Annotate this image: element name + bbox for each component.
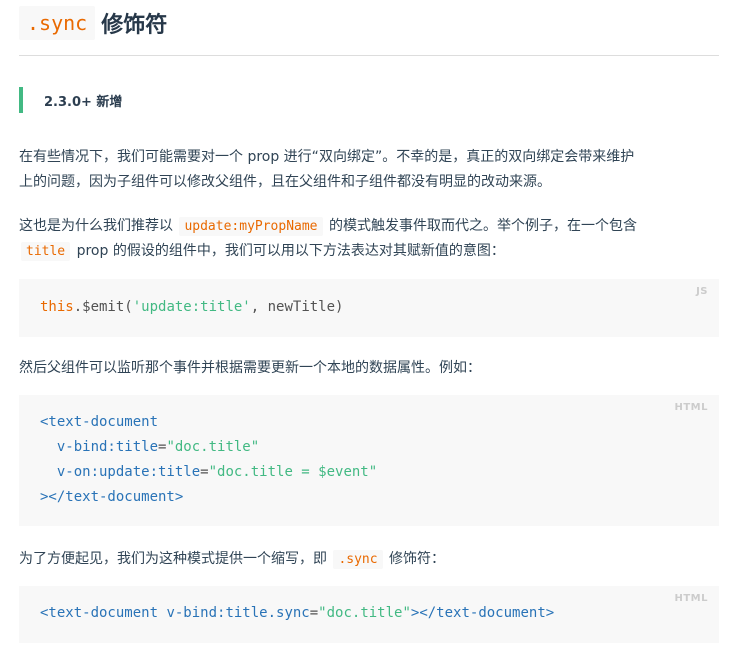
code-line: ></text-document> bbox=[40, 485, 698, 510]
code-tag: ></text-document> bbox=[40, 489, 184, 505]
code-line: <text-document v-bind:title.sync="doc.ti… bbox=[40, 601, 698, 626]
code-string: "doc.title" bbox=[166, 439, 260, 455]
code-block-js: JS this.$emit('update:title', newTitle) bbox=[19, 279, 719, 337]
paragraph-2-pre: 这也是为什么我们推荐以 bbox=[19, 218, 173, 234]
code-block-html-1: HTML <text-document v-bind:title="doc.ti… bbox=[19, 395, 719, 526]
code-line: this.$emit('update:title', newTitle) bbox=[40, 295, 698, 320]
code-attr: v-bind:title.sync bbox=[166, 605, 310, 621]
paragraph-4-pre: 为了方便起见，我们为这种模式提供一个缩写，即 bbox=[19, 551, 327, 567]
heading-text: 修饰符 bbox=[101, 13, 168, 38]
paragraph-1-line-2: 上的问题，因为子组件可以修改父组件，且在父组件和子组件都没有明显的改动来源。 bbox=[19, 174, 551, 190]
paragraph-4-post: 修饰符： bbox=[389, 551, 446, 567]
code-tag: ></text-document> bbox=[410, 605, 555, 621]
heading-code: .sync bbox=[19, 6, 96, 40]
code-attr: v-bind:title bbox=[40, 439, 159, 455]
code-string: "doc.title = $event" bbox=[208, 464, 378, 480]
paragraph-1-line-1: 在有些情况下，我们可能需要对一个 prop 进行“双向绑定”。不幸的是，真正的双… bbox=[19, 149, 635, 165]
paragraph-4: 为了方便起见，我们为这种模式提供一个缩写，即 .sync 修饰符： bbox=[19, 547, 719, 572]
code-tag: <text-document bbox=[40, 414, 159, 430]
code-string: "doc.title" bbox=[318, 605, 411, 621]
inline-code-sync: .sync bbox=[333, 550, 383, 569]
inline-code-title: title bbox=[21, 242, 71, 261]
code-lang-label: JS bbox=[696, 286, 708, 297]
heading-divider bbox=[19, 55, 719, 56]
paragraph-2-mid: 的模式触发事件取而代之。举个例子，在一个包含 bbox=[328, 218, 637, 234]
paragraph-3-text: 然后父组件可以监听那个事件并根据需要更新一个本地的数据属性。例如： bbox=[19, 360, 481, 376]
code-block-html-2: HTML <text-document v-bind:title.sync="d… bbox=[19, 586, 719, 643]
paragraph-1: 在有些情况下，我们可能需要对一个 prop 进行“双向绑定”。不幸的是，真正的双… bbox=[19, 145, 719, 195]
code-string: 'update:title' bbox=[132, 299, 251, 315]
code-attr: v-on:update:title bbox=[40, 464, 201, 480]
docs-page: .sync 修饰符 2.3.0+ 新增 在有些情况下，我们可能需要对一个 pro… bbox=[0, 0, 735, 657]
code-keyword: this bbox=[40, 299, 74, 315]
paragraph-3: 然后父组件可以监听那个事件并根据需要更新一个本地的数据属性。例如： bbox=[19, 356, 719, 381]
code-method: .$emit( bbox=[73, 299, 133, 315]
code-eq: = bbox=[309, 605, 319, 621]
code-tag: <text-document bbox=[40, 605, 167, 621]
code-line: <text-document bbox=[40, 410, 698, 435]
code-line: v-on:update:title="doc.title = $event" bbox=[40, 460, 698, 485]
paragraph-2-post: prop 的假设的组件中，我们可以用以下方法表达对其赋新值的意图： bbox=[76, 243, 505, 259]
code-lang-label: HTML bbox=[674, 402, 708, 413]
inline-code-update-mypropname: update:myPropName bbox=[179, 217, 323, 236]
code-eq: = bbox=[200, 464, 209, 480]
version-callout-text: 2.3.0+ 新增 bbox=[44, 94, 123, 110]
paragraph-2: 这也是为什么我们推荐以 update:myPropName 的模式触发事件取而代… bbox=[19, 214, 719, 264]
code-args: , newTitle) bbox=[250, 299, 344, 315]
code-lang-label: HTML bbox=[674, 593, 708, 604]
version-callout: 2.3.0+ 新增 bbox=[19, 87, 122, 113]
section-heading: .sync 修饰符 bbox=[19, 6, 167, 40]
code-line: v-bind:title="doc.title" bbox=[40, 435, 698, 460]
